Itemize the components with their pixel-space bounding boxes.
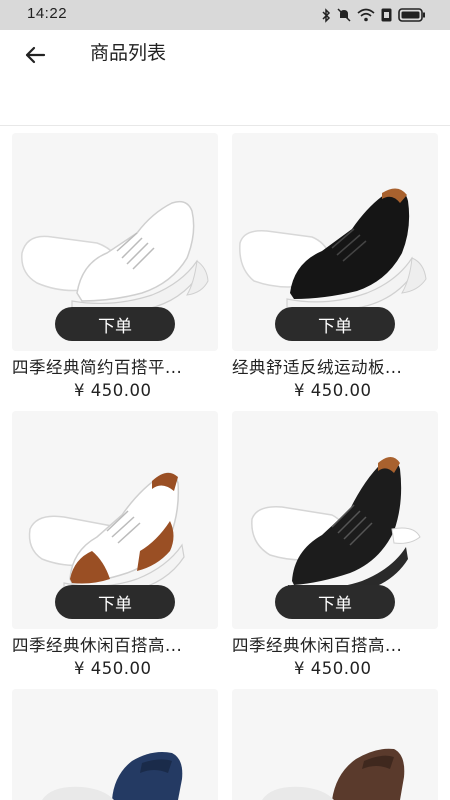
product-name[interactable]: 四季经典休闲百搭高... [12,635,222,657]
navy-loafer-image [12,689,218,800]
battery-icon [398,8,425,22]
wifi-icon [357,8,375,22]
product-price: ¥ 450.00 [294,659,372,678]
order-button[interactable]: 下单 [275,585,395,619]
page-title: 商品列表 [90,42,167,64]
product-image[interactable] [232,689,438,800]
back-button[interactable] [20,40,50,70]
status-bar: 14:22 [0,0,450,30]
header: 商品列表 [0,30,450,126]
product-name[interactable]: 四季经典简约百搭平... [12,357,222,379]
sim-icon [381,8,392,22]
bluetooth-icon [322,7,331,23]
product-image[interactable] [12,689,218,800]
product-name[interactable]: 四季经典休闲百搭高... [232,635,442,657]
product-name[interactable]: 经典舒适反绒运动板... [232,357,442,379]
status-time: 14:22 [27,5,68,22]
brown-loafer-image [232,689,438,800]
product-price: ¥ 450.00 [74,659,152,678]
mute-icon [337,8,351,22]
order-button[interactable]: 下单 [55,585,175,619]
arrow-left-icon [25,46,46,64]
status-icons [321,6,426,24]
product-price: ¥ 450.00 [294,381,372,400]
product-price: ¥ 450.00 [74,381,152,400]
order-button[interactable]: 下单 [55,307,175,341]
order-button[interactable]: 下单 [275,307,395,341]
